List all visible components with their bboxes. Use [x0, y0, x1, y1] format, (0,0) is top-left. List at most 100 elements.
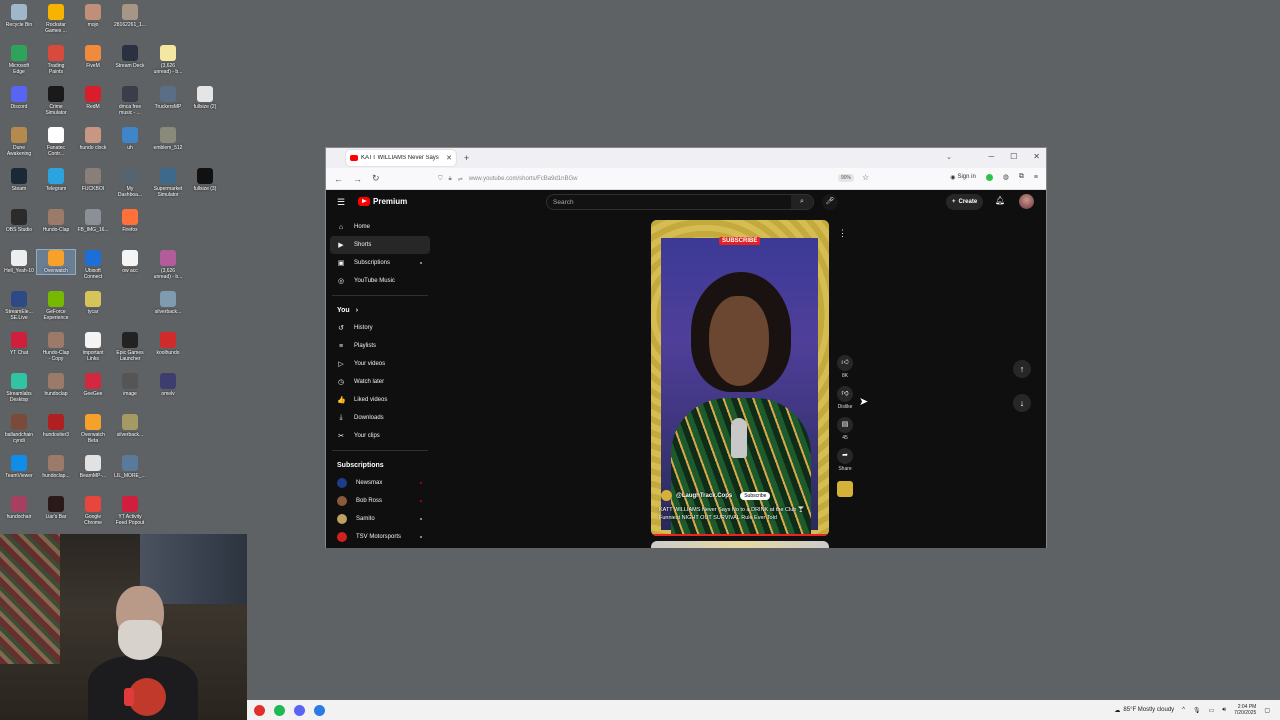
extensions-puzzle-icon[interactable]: ⧉ — [1019, 173, 1024, 181]
bookmark-star-icon[interactable]: ☆ — [862, 173, 869, 182]
back-icon[interactable]: ← — [334, 174, 343, 184]
desktop-icon[interactable]: Fanatec Contr... — [37, 127, 75, 157]
desktop-icon[interactable]: Steam — [0, 168, 38, 192]
notifications-icon[interactable]: ▢ — [1264, 707, 1270, 714]
desktop-icon[interactable]: FB_IMG_16... — [74, 209, 112, 233]
desktop-icon[interactable]: fullsize (2) — [186, 86, 224, 110]
desktop-icon[interactable]: Hundo-Clap — [37, 209, 75, 233]
network-icon[interactable]: ▭ — [1209, 707, 1215, 714]
more-options-icon[interactable]: ⋮ — [838, 228, 847, 239]
zoom-indicator[interactable]: 90% — [838, 174, 855, 182]
desktop-icon[interactable]: YT Activity Feed Popout — [111, 496, 149, 526]
microphone-icon[interactable]: 🎤︎ — [822, 194, 838, 210]
desktop-icon[interactable]: Streamlabs Desktop — [0, 373, 38, 403]
notifications-bell-icon[interactable]: 🔔︎ — [995, 196, 1005, 205]
desktop-icon[interactable]: OBS Studio — [0, 209, 38, 233]
desktop-icon[interactable]: (3,626 unread) - b... — [149, 250, 187, 280]
sidebar-item-subscriptions[interactable]: ▣ Subscriptions — [330, 254, 430, 272]
desktop-icon[interactable]: FUCKBOI — [74, 168, 112, 192]
create-button[interactable]: + Create — [946, 194, 984, 210]
previous-short-arrow-up-icon[interactable]: ↑ — [1013, 360, 1031, 378]
sidebar-item-downloads[interactable]: ⤓ Downloads — [330, 409, 430, 427]
extension-icon[interactable]: ◍ — [1003, 173, 1009, 181]
avatar[interactable] — [1019, 194, 1034, 209]
desktop-icon[interactable]: uh — [111, 127, 149, 151]
url-text[interactable]: www.youtube.com/shorts/FcBa9d1nBGw — [469, 176, 578, 182]
like-icon[interactable]: 👍︎ — [837, 355, 853, 371]
sidebar-item-bob-ross[interactable]: Bob Ross — [330, 492, 430, 510]
weather-widget[interactable]: ☁ 85°F Mostly cloudy — [1114, 707, 1174, 714]
short-caption[interactable]: KATT WILLIAMS Never Says No to a DRINK a… — [659, 506, 821, 522]
desktop-icon[interactable]: Ubisoft Connect — [74, 250, 112, 280]
desktop-icon[interactable]: koolhundo — [149, 332, 187, 356]
hamburger-menu-icon[interactable]: ☰ — [337, 197, 345, 208]
sidebar-item-your-clips[interactable]: ✂ Your clips — [330, 427, 430, 445]
subscribe-button[interactable]: Subscribe — [740, 491, 771, 500]
sidebar-item-home[interactable]: ⌂ Home — [330, 218, 430, 236]
desktop-icon[interactable]: fullsize (3) — [186, 168, 224, 192]
permissions-icon[interactable]: ⇌ — [458, 176, 463, 183]
maximize-icon[interactable]: ☐ — [1010, 152, 1017, 161]
sidebar-item-liked-videos[interactable]: 👍 Liked videos — [330, 391, 430, 409]
tray-chevron-icon[interactable]: ^ — [1182, 707, 1185, 713]
close-tab-icon[interactable]: ✕ — [446, 154, 452, 162]
menu-icon[interactable]: ≡ — [1034, 174, 1038, 181]
desktop-icon[interactable]: tycar — [74, 291, 112, 315]
desktop-icon[interactable]: image — [111, 373, 149, 397]
desktop-icon[interactable]: BeamMP-... — [74, 455, 112, 479]
tab-list-chevron-icon[interactable]: ⌄ — [946, 153, 952, 161]
desktop-icon[interactable]: dmca free music - ... — [111, 86, 149, 116]
address-bar[interactable]: ⛉ 🔒︎ ⇌ www.youtube.com/shorts/FcBa9d1nBG… — [438, 171, 878, 187]
sidebar-item-watch-later[interactable]: ◷ Watch later — [330, 373, 430, 391]
next-short-preview[interactable] — [651, 541, 829, 548]
desktop-icon[interactable]: Google Chrome — [74, 496, 112, 526]
desktop-icon[interactable]: GeeGee — [74, 373, 112, 397]
desktop-icon[interactable]: Trading Paints — [37, 45, 75, 75]
sidebar-item-youtube-music[interactable]: ◎ YouTube Music — [330, 272, 430, 290]
desktop-icon[interactable]: TeamViewer — [0, 455, 38, 479]
desktop-icon[interactable]: StreamEle... SE.Live — [0, 291, 38, 321]
desktop-icon[interactable]: (3,626 unread) - b... — [149, 45, 187, 75]
desktop-icon[interactable]: FiveM — [74, 45, 112, 69]
desktop-icon[interactable]: ow acc — [111, 250, 149, 274]
desktop-icon[interactable]: GeForce Experience — [37, 291, 75, 321]
sidebar-item-history[interactable]: ↺ History — [330, 319, 430, 337]
desktop-icon[interactable]: omelv — [149, 373, 187, 397]
desktop-icon[interactable]: emblem_512 — [149, 127, 187, 151]
desktop-icon[interactable]: Overwatch Beta — [74, 414, 112, 444]
sidebar-you-header[interactable]: You › — [330, 301, 430, 319]
desktop-icon[interactable]: Recycle Bin — [0, 4, 38, 28]
sidebar-item-samito[interactable]: Samito — [330, 510, 430, 528]
search-icon[interactable]: ⌕ — [791, 195, 813, 209]
extension-green-icon[interactable] — [985, 173, 993, 181]
volume-icon[interactable]: 🔊︎ — [1222, 707, 1226, 714]
desktop-icon[interactable]: hundo clock — [74, 127, 112, 151]
sidebar-item-your-videos[interactable]: ▷ Your videos — [330, 355, 430, 373]
desktop-icon[interactable]: Crime Simulator — [37, 86, 75, 116]
forward-icon[interactable]: → — [353, 174, 362, 184]
sidebar-item-tsv-motorsports[interactable]: TSV Motorsports — [330, 528, 430, 546]
sidebar-item-shorts[interactable]: ▶ Shorts — [330, 236, 430, 254]
tab-youtube-short[interactable]: KATT WILLIAMS Never Says ✕ — [346, 150, 456, 166]
sidebar-item-playlists[interactable]: ≡ Playlists — [330, 337, 430, 355]
microphone-tray-icon[interactable]: 🎙︎ — [1193, 707, 1201, 714]
desktop-icon[interactable]: ballandchain cyndi — [0, 414, 38, 444]
desktop-icon[interactable]: Discord — [0, 86, 38, 110]
new-tab-button[interactable]: + — [464, 153, 469, 163]
discord-app-taskbar-icon[interactable] — [291, 702, 307, 718]
desktop-icon[interactable]: Dune Awakening — [0, 127, 38, 157]
shield-icon[interactable]: ⛉ — [438, 176, 443, 183]
desktop-icon[interactable]: Telegram — [37, 168, 75, 192]
channel-handle[interactable]: @LaughTrack.Cops — [676, 493, 732, 499]
desktop-icon[interactable]: silverback... — [111, 414, 149, 438]
browser-app-taskbar-icon[interactable] — [311, 702, 327, 718]
channel-avatar[interactable] — [661, 490, 672, 501]
desktop-icon[interactable]: Supermarket Simulator — [149, 168, 187, 198]
close-window-icon[interactable]: ✕ — [1033, 152, 1040, 161]
desktop-icon[interactable]: hundoclap... — [37, 455, 75, 479]
desktop-icon[interactable]: Overwatch — [36, 249, 76, 275]
recording-app-taskbar-icon[interactable] — [251, 702, 267, 718]
desktop-icon[interactable]: 28162261_1... — [111, 4, 149, 28]
short-video-player[interactable]: SUBSCRIBE @LaughTrack.Cops Subscribe KAT… — [651, 220, 829, 536]
reload-icon[interactable]: ↻ — [372, 173, 380, 184]
